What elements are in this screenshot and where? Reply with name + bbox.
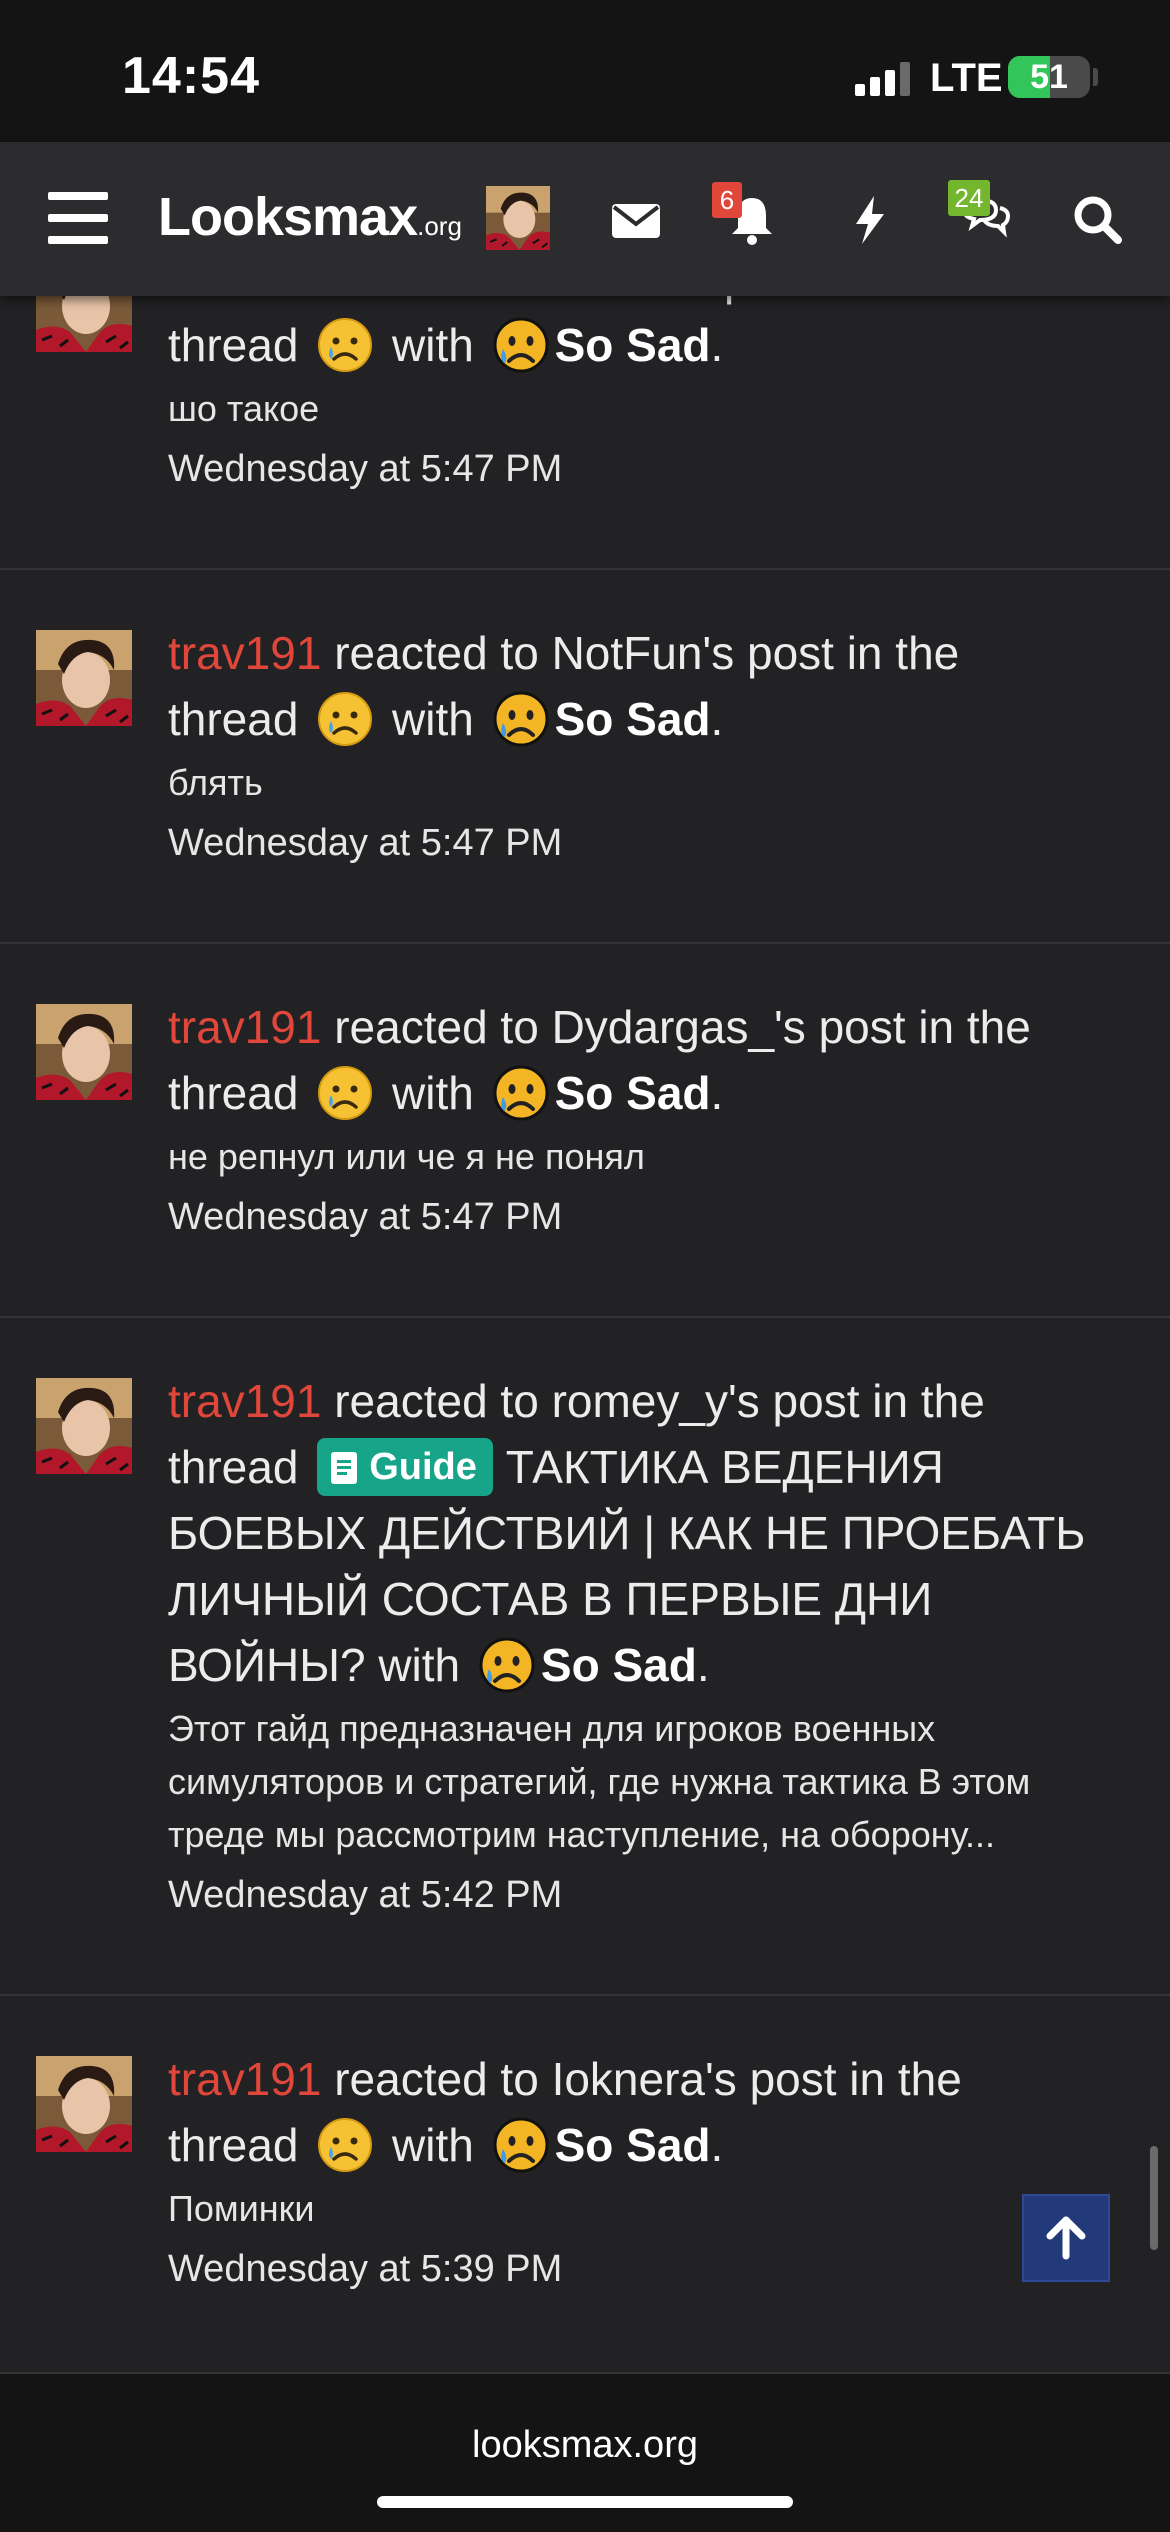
- username-link[interactable]: trav191: [168, 1375, 321, 1427]
- period: .: [710, 1067, 724, 1119]
- username-link[interactable]: trav191: [168, 627, 321, 679]
- avatar[interactable]: [36, 630, 132, 726]
- thread-title-line[interactable]: БОЕВЫХ ДЕЙСТВИЙ | КАК НЕ ПРОЕБАТЬ: [168, 1500, 1138, 1566]
- post-snippet-line: Этот гайд предназначен для игроков военн…: [168, 1708, 936, 1749]
- list-item[interactable]: trav191 reacted to romey_y's post in the…: [0, 1316, 1170, 1996]
- battery-icon: 51: [1008, 56, 1090, 98]
- thread-word: thread: [168, 1067, 299, 1119]
- sad-reaction-icon: [493, 2117, 549, 2173]
- thread-title-line[interactable]: ЛИЧНЫЙ СОСТАВ В ПЕРВЫЕ ДНИ: [168, 1566, 1138, 1632]
- username-link[interactable]: trav191: [168, 2053, 321, 2105]
- conversations-badge: 24: [948, 180, 990, 216]
- thread-title[interactable]: ТАКТИКА ВЕДЕНИЯ: [506, 1441, 944, 1493]
- post-snippet: Поминки: [168, 2188, 315, 2229]
- sad-reaction-icon: [493, 1065, 549, 1121]
- with-word: with: [378, 1639, 461, 1691]
- post-snippet: не репнул или че я не понял: [168, 1136, 645, 1177]
- reaction-name: So Sad: [554, 319, 711, 371]
- period: .: [710, 2119, 724, 2171]
- status-bar: 14:54 LTE 51: [0, 0, 1170, 142]
- with-word: with: [392, 693, 474, 745]
- alert-text: trav191 reacted to romey_y's post in the: [168, 1368, 1138, 1434]
- timestamp: Wednesday at 5:47 PM: [168, 822, 563, 864]
- alert-text: trav191 reacted to NotFun's post in the: [168, 620, 1138, 686]
- reaction-name: So Sad: [554, 1067, 711, 1119]
- scrollbar[interactable]: [1150, 2146, 1158, 2250]
- guide-label: Guide: [369, 1446, 477, 1488]
- network-type: LTE: [930, 56, 1003, 100]
- alert-text-line-2: thread Guide ТАКТИКА ВЕДЕНИЯ: [168, 1434, 1138, 1500]
- alert-action[interactable]: reacted to Dydargas_'s post in the: [334, 1001, 1031, 1053]
- sad-reaction-icon: [493, 691, 549, 747]
- alert-text: trav191 reacted to Ioknera's post in the: [168, 2046, 1138, 2112]
- period: .: [710, 319, 724, 371]
- browser-bottom-bar: looksmax.org: [0, 2374, 1170, 2532]
- alert-text-line-5: ВОЙНЫ? with So Sad.: [168, 1632, 1138, 1698]
- address-bar-url[interactable]: looksmax.org: [0, 2424, 1170, 2467]
- reaction-name: So Sad: [540, 1639, 697, 1691]
- sad-reaction-icon: [479, 1637, 535, 1693]
- book-icon: [331, 1452, 358, 1484]
- crying-emoji-icon: [317, 2117, 373, 2173]
- timestamp: Wednesday at 5:39 PM: [168, 2248, 563, 2290]
- with-word: with: [392, 1067, 474, 1119]
- list-item[interactable]: trav191 reacted to Ioknera's post in the…: [0, 1994, 1170, 2374]
- alert-text: trav191 reacted to Dydargas_'s post in t…: [168, 994, 1138, 1060]
- scroll-to-top-button[interactable]: [1022, 2194, 1110, 2282]
- logo-main: Looksmax: [158, 187, 418, 247]
- post-snippet: шо такое: [168, 388, 320, 429]
- timestamp: Wednesday at 5:42 PM: [168, 1874, 563, 1916]
- thread-word: thread: [168, 1441, 299, 1493]
- timestamp: Wednesday at 5:47 PM: [168, 448, 563, 490]
- home-indicator[interactable]: [377, 2496, 793, 2508]
- crying-emoji-icon: [317, 691, 373, 747]
- crying-emoji-icon: [317, 317, 373, 373]
- list-item[interactable]: trav191 reacted to NotFun's post in the …: [0, 568, 1170, 944]
- post-snippet: блять: [168, 762, 263, 803]
- lightning-icon[interactable]: [840, 190, 900, 250]
- avatar[interactable]: [36, 1004, 132, 1100]
- arrow-up-icon: [1046, 2216, 1086, 2260]
- avatar[interactable]: [36, 2056, 132, 2152]
- post-snippet-line: симуляторов и стратегий, где нужна такти…: [168, 1761, 1031, 1802]
- alert-text-line-2: thread with So Sad.: [168, 1060, 1138, 1126]
- timestamp: Wednesday at 5:47 PM: [168, 1196, 563, 1238]
- sad-reaction-icon: [493, 317, 549, 373]
- signal-strength-icon: [855, 62, 915, 96]
- site-logo[interactable]: Looksmax.org: [158, 186, 462, 248]
- alert-action[interactable]: reacted to NotFun's post in the: [334, 627, 959, 679]
- status-time: 14:54: [122, 47, 260, 105]
- thread-word: thread: [168, 693, 299, 745]
- account-avatar[interactable]: [486, 186, 550, 250]
- with-word: with: [392, 319, 474, 371]
- alert-text-line-2: thread with So Sad.: [168, 2112, 1138, 2178]
- post-snippet-line: треде мы рассмотрим наступление, на обор…: [168, 1814, 996, 1855]
- alert-text-line-2: thread with So Sad.: [168, 686, 1138, 752]
- envelope-icon[interactable]: [606, 190, 666, 250]
- list-item[interactable]: trav191 reacted to Dydargas_'s post in t…: [0, 942, 1170, 1318]
- alert-action[interactable]: reacted to Ioknera's post in the: [334, 2053, 962, 2105]
- menu-icon[interactable]: [48, 192, 108, 244]
- guide-prefix-badge[interactable]: Guide: [317, 1438, 493, 1496]
- with-word: with: [392, 2119, 474, 2171]
- alerts-badge: 6: [712, 182, 742, 218]
- search-icon[interactable]: [1068, 190, 1128, 250]
- battery-percent: 51: [1030, 58, 1068, 96]
- username-link[interactable]: trav191: [168, 1001, 321, 1053]
- thread-title-end[interactable]: ВОЙНЫ?: [168, 1639, 366, 1691]
- logo-suffix: .org: [417, 211, 462, 241]
- site-navbar: Looksmax.org 6 24: [0, 142, 1170, 296]
- alert-action[interactable]: reacted to romey_y's post in the: [334, 1375, 985, 1427]
- reaction-name: So Sad: [554, 693, 711, 745]
- reaction-name: So Sad: [554, 2119, 711, 2171]
- alert-text-line-2: thread with So Sad.: [168, 312, 1138, 378]
- avatar[interactable]: [36, 1378, 132, 1474]
- thread-word: thread: [168, 2119, 299, 2171]
- period: .: [710, 693, 724, 745]
- crying-emoji-icon: [317, 1065, 373, 1121]
- thread-word: thread: [168, 319, 299, 371]
- period: .: [696, 1639, 710, 1691]
